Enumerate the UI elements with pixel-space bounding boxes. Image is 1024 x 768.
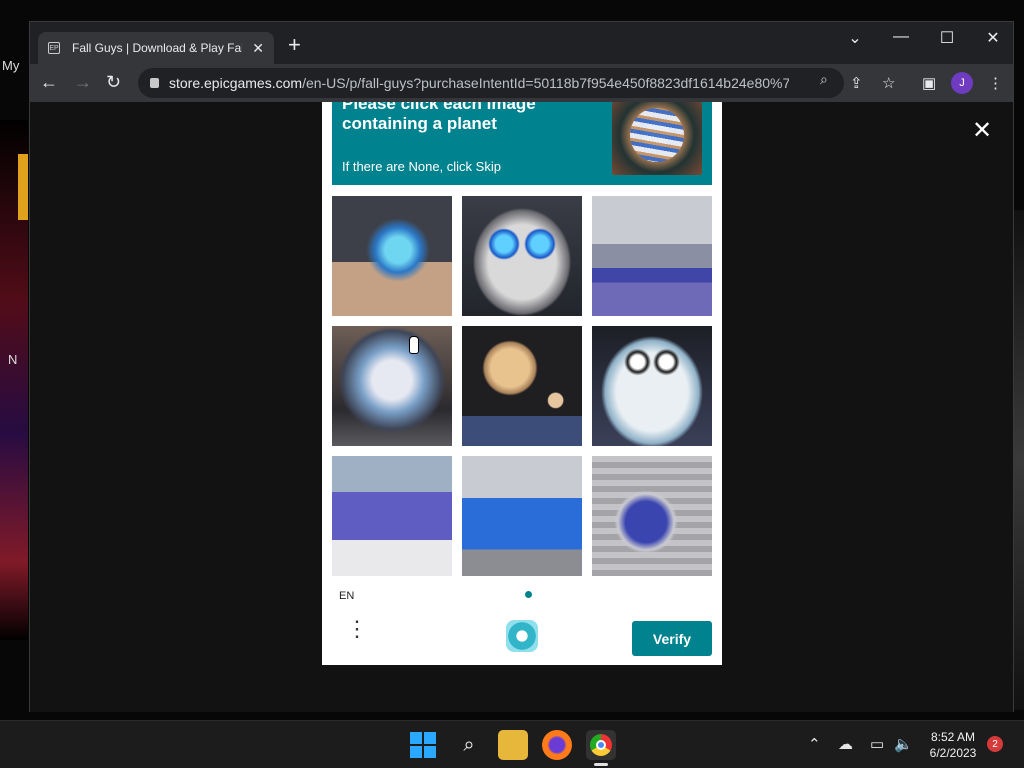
hand-cursor-icon [409, 336, 419, 354]
challenge-tile-white-owl[interactable] [592, 326, 712, 446]
zoom-search-icon[interactable]: ⌕ [820, 71, 828, 88]
volume-icon[interactable]: 🔈 [894, 735, 913, 753]
tab-title: Fall Guys | Download & Play Fall G [72, 41, 242, 55]
reload-icon[interactable]: ↻ [106, 72, 121, 92]
planet-sample-image [612, 102, 702, 175]
browser-window: EP Fall Guys | Download & Play Fall G ✕ … [29, 21, 1014, 712]
share-icon[interactable]: ⇪ [850, 74, 863, 92]
back-icon[interactable]: ← [40, 72, 58, 92]
file-explorer-icon[interactable] [498, 730, 528, 760]
captcha-menu-icon[interactable]: ⋮ [346, 618, 368, 640]
page-indicator-dot [525, 591, 532, 598]
minimize-button[interactable]: — [878, 28, 924, 46]
prompt-subtext: If there are None, click Skip [342, 159, 501, 174]
side-panel-icon[interactable]: ▣ [922, 74, 936, 92]
close-window-button[interactable]: ✕ [970, 28, 1016, 48]
start-icon[interactable] [410, 732, 436, 758]
close-icon[interactable]: ✕ [972, 119, 992, 143]
captcha-dialog: Please click each image containing a pla… [322, 102, 722, 665]
firefox-icon[interactable] [542, 730, 572, 760]
lock-icon[interactable] [150, 78, 159, 88]
challenge-tile-owl-hologram[interactable] [332, 196, 452, 316]
challenge-tile-pyramid-room[interactable] [332, 456, 452, 576]
clock-date: 6/2/2023 [929, 746, 977, 760]
chrome-icon[interactable] [586, 730, 616, 760]
search-icon[interactable]: ⌕ [454, 730, 484, 760]
tab-fall-guys[interactable]: EP Fall Guys | Download & Play Fall G ✕ [38, 32, 274, 64]
language-selector[interactable]: EN [339, 590, 354, 602]
tab-bar: EP Fall Guys | Download & Play Fall G ✕ … [30, 22, 1013, 64]
onedrive-offline-icon[interactable]: ☁ [838, 735, 853, 753]
verify-button[interactable]: Verify [632, 621, 712, 656]
challenge-tile-motorcycle[interactable] [592, 456, 712, 576]
notification-badge[interactable]: 2 [987, 736, 1003, 752]
desktop-folder-icon[interactable] [18, 154, 28, 220]
captcha-prompt: Please click each image containing a pla… [332, 102, 712, 185]
url-text[interactable]: store.epicgames.com/en-US/p/fall-guys?pu… [169, 75, 789, 91]
new-tab-button[interactable]: + [288, 34, 301, 56]
challenge-tile-glowing-planet[interactable] [332, 326, 452, 446]
profile-avatar[interactable]: J [951, 72, 973, 94]
network-icon[interactable]: ▭ [870, 735, 884, 753]
more-menu-icon[interactable]: ⋮ [988, 74, 1003, 92]
epic-games-favicon: EP [48, 42, 60, 54]
address-bar[interactable]: store.epicgames.com/en-US/p/fall-guys?pu… [138, 68, 844, 98]
active-app-indicator [594, 763, 608, 766]
system-clock[interactable]: 8:52 AM 6/2/2023 [918, 729, 988, 761]
hcaptcha-logo-icon [506, 620, 538, 652]
page-viewport: ✕ Please click each image containing a p… [30, 102, 1013, 712]
wallpaper-edge-right [1014, 210, 1024, 710]
browser-toolbar: ← → ↻ store.epicgames.com/en-US/p/fall-g… [30, 64, 1013, 102]
challenge-tile-glass-cubes[interactable] [592, 196, 712, 316]
maximize-button[interactable]: ☐ [924, 28, 970, 48]
bookmark-star-icon[interactable]: ☆ [882, 74, 895, 92]
tab-search-icon[interactable]: ⌄ [832, 28, 878, 48]
challenge-tile-owl-robot[interactable] [462, 196, 582, 316]
taskbar: ⌕ ⌃ ☁ ▭ 🔈 8:52 AM 6/2/2023 [0, 720, 1024, 768]
desktop-label: N [8, 352, 18, 367]
challenge-tile-planets-space[interactable] [462, 326, 582, 446]
prompt-text: Please click each image [342, 102, 536, 113]
forward-icon[interactable]: → [74, 72, 92, 92]
challenge-tile-blue-glass-block[interactable] [462, 456, 582, 576]
desktop-label: My [2, 58, 20, 73]
prompt-text: containing a planet [342, 114, 497, 133]
clock-time: 8:52 AM [930, 730, 976, 744]
tab-close-icon[interactable]: ✕ [252, 40, 264, 57]
show-hidden-icons-icon[interactable]: ⌃ [808, 735, 821, 753]
